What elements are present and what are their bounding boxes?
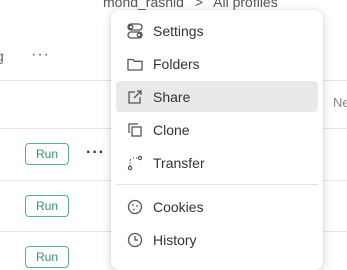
menu-item-label: Cookies [153, 198, 204, 215]
transfer-icon [127, 155, 143, 170]
breadcrumb-separator: > [194, 0, 204, 10]
column-header-fragment-right: Ne [333, 95, 347, 110]
context-menu: Settings Folders Share Clone Transfer Co… [111, 10, 323, 270]
breadcrumb: mohd_rashid > All profiles [103, 0, 278, 10]
clone-icon [128, 122, 142, 137]
menu-item-label: Settings [153, 22, 204, 39]
menu-item-settings[interactable]: Settings [116, 15, 318, 46]
menu-separator [116, 184, 318, 185]
run-button[interactable]: Run [25, 195, 69, 217]
breadcrumb-current: All profiles [213, 0, 278, 10]
menu-item-clone[interactable]: Clone [116, 114, 318, 145]
menu-item-cookies[interactable]: Cookies [116, 191, 318, 222]
menu-item-history[interactable]: History [116, 224, 318, 255]
share-icon [128, 89, 142, 104]
menu-item-share[interactable]: Share [116, 81, 318, 112]
folder-icon [127, 58, 143, 71]
menu-item-label: Transfer [153, 154, 205, 171]
run-button[interactable]: Run [25, 143, 69, 165]
column-header-fragment: g [0, 48, 4, 64]
menu-item-label: Share [153, 88, 191, 105]
menu-item-folders[interactable]: Folders [116, 48, 318, 79]
history-icon [127, 232, 143, 247]
menu-item-transfer[interactable]: Transfer [116, 147, 318, 178]
row-more-icon[interactable]: ··· [86, 144, 105, 162]
settings-toggle-icon [127, 22, 143, 39]
breadcrumb-user[interactable]: mohd_rashid [103, 0, 184, 10]
menu-item-label: Folders [153, 55, 200, 72]
menu-item-label: History [153, 231, 197, 248]
run-button[interactable]: Run [25, 246, 69, 268]
header-more-icon[interactable]: ··· [31, 46, 50, 64]
menu-item-label: Clone [153, 121, 190, 138]
cookie-icon [127, 199, 143, 214]
